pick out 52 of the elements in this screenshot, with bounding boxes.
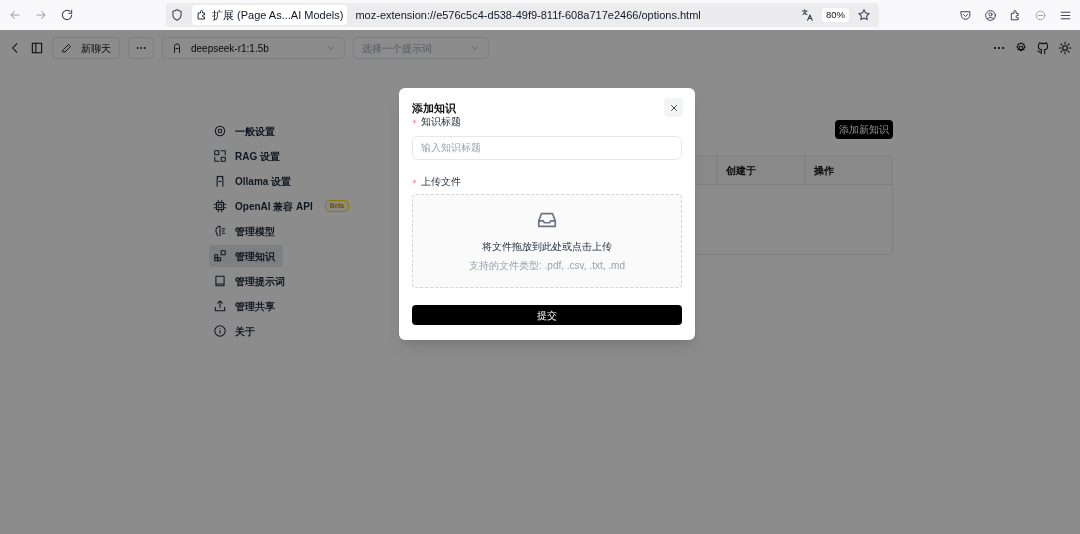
extensions-icon	[1009, 8, 1022, 22]
site-label: 扩展 (Page As...AI Models)	[192, 5, 348, 25]
upload-dropzone[interactable]: 将文件拖放到此处或点击上传 支持的文件类型: .pdf, .csv, .txt, .md	[412, 193, 682, 288]
add-knowledge-button[interactable]: 添加新知识	[835, 120, 893, 139]
sidebar-item[interactable]: 管理共享	[209, 295, 283, 317]
sun-gear-icon	[1058, 41, 1072, 55]
github-icon	[1036, 41, 1050, 55]
sidebar-item[interactable]: RAG 设置	[209, 145, 288, 167]
sidebar-item[interactable]: 一般设置	[209, 120, 283, 142]
puzzle-icon	[196, 9, 208, 21]
model-select[interactable]: deepseek-r1:1.5b	[162, 37, 345, 59]
edit-icon	[61, 42, 73, 54]
field-label: 知识标题	[412, 114, 682, 129]
blocks-icon	[213, 249, 227, 263]
account-icon	[984, 8, 997, 22]
sidebar-item[interactable]: 管理知识	[209, 245, 283, 267]
pocket-icon	[959, 8, 972, 22]
chevron-down-icon	[326, 43, 336, 53]
sidebar-item[interactable]: Ollama 设置	[209, 170, 300, 192]
sidebar-item[interactable]: 管理提示词	[209, 270, 293, 292]
close-icon	[668, 102, 679, 113]
info-icon	[213, 324, 227, 338]
title-input[interactable]: 输入知识标题	[412, 135, 682, 160]
gear-icon	[213, 124, 227, 138]
new-chat-button[interactable]: 新聊天	[52, 37, 120, 59]
column-header: 创建于	[726, 163, 756, 178]
book-icon	[213, 274, 227, 288]
column-header: 操作	[814, 163, 834, 178]
forward-icon	[34, 8, 48, 22]
reload-icon	[60, 8, 74, 22]
dialog-title: 添加知识	[412, 101, 456, 116]
field-label: 上传文件	[412, 173, 682, 189]
required-asterisk-icon	[412, 178, 417, 184]
address-bar[interactable]: 扩展 (Page As...AI Models) moz-extension://e576c5c4-d538-49f9-811f-608a717e2466/options.html 80%	[166, 3, 879, 27]
close-button[interactable]	[664, 98, 683, 117]
share-icon	[213, 299, 227, 313]
sidebar-item[interactable]: 关于	[209, 320, 263, 342]
translate-icon	[800, 8, 814, 22]
zoom-badge[interactable]: 80%	[822, 7, 849, 23]
chevron-down-icon	[470, 43, 480, 53]
shield-icon	[170, 8, 184, 22]
scan-icon	[213, 149, 227, 163]
upload-hint: 支持的文件类型: .pdf, .csv, .txt, .md	[469, 258, 625, 273]
required-asterisk-icon	[412, 119, 417, 124]
star-icon	[857, 8, 871, 22]
submit-button[interactable]: 提交	[412, 305, 682, 325]
upload-instructions: 将文件拖放到此处或点击上传	[482, 239, 612, 254]
chip-icon	[213, 199, 227, 213]
back-icon	[8, 8, 22, 22]
sidebar-item[interactable]: 管理模型	[209, 220, 283, 242]
url-text: moz-extension://e576c5c4-d538-49f9-811f-608a717e2466/options.html	[355, 7, 702, 23]
sidebar-icon	[30, 41, 44, 55]
